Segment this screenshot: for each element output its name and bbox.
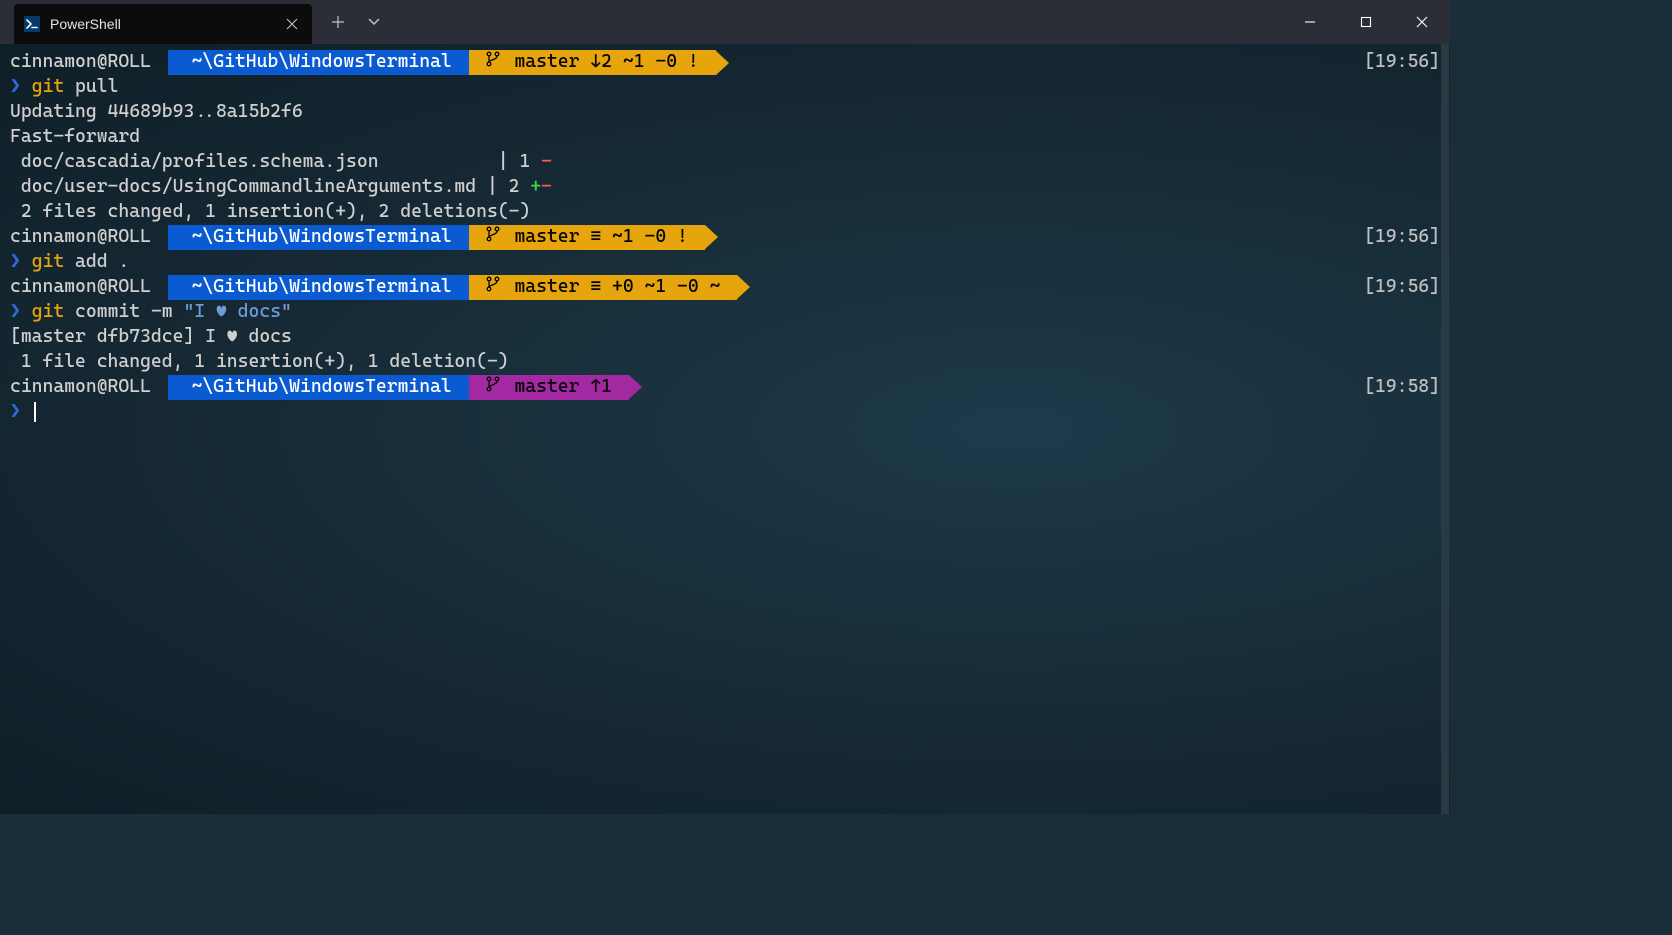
path-segment: ~\GitHub\WindowsTerminal [168, 225, 469, 250]
window-controls [1282, 0, 1450, 44]
scrollbar[interactable] [1441, 44, 1449, 814]
timestamp: [19:56] [1364, 225, 1440, 250]
prompt-glyph: ❯ [10, 75, 32, 100]
git-branch-icon [486, 375, 500, 400]
diff-minus: - [541, 150, 552, 175]
command-line: ❯ git commit -m "I ♥ docs" [10, 300, 1440, 325]
close-window-button[interactable] [1394, 0, 1450, 44]
diff-minus: - [541, 175, 552, 200]
diff-file: doc/cascadia/profiles.schema.json | 1 [10, 150, 541, 175]
diff-line: doc/cascadia/profiles.schema.json | 1 - [10, 150, 1440, 175]
git-segment: master ≡ ~1 -0 ! [469, 225, 705, 250]
prompt-glyph: ❯ [10, 250, 32, 275]
git-segment: master ↓2 ~1 -0 ! [469, 50, 716, 75]
prompt-line: cinnamon@ROLL ~\GitHub\WindowsTerminal m… [10, 225, 1440, 250]
path-segment: ~\GitHub\WindowsTerminal [168, 275, 469, 300]
user-host-segment: cinnamon@ROLL [10, 225, 168, 250]
user-host-segment: cinnamon@ROLL [10, 275, 168, 300]
diff-file: doc/user-docs/UsingCommandlineArguments.… [10, 175, 530, 200]
new-tab-button[interactable] [320, 3, 356, 41]
maximize-button[interactable] [1338, 0, 1394, 44]
command-args: add . [64, 250, 129, 275]
path-segment: ~\GitHub\WindowsTerminal [168, 50, 469, 75]
prompt-glyph: ❯ [10, 300, 32, 325]
path-segment: ~\GitHub\WindowsTerminal [168, 375, 469, 400]
tab-powershell[interactable]: PowerShell [14, 4, 312, 44]
powershell-icon [24, 16, 40, 32]
text-cursor [34, 402, 36, 422]
git-branch-icon [486, 50, 500, 75]
tab-actions [320, 3, 392, 41]
user-host-segment: cinnamon@ROLL [10, 50, 168, 75]
command-name: git [32, 75, 65, 100]
command-name: git [32, 300, 65, 325]
output-line: 2 files changed, 1 insertion(+), 2 delet… [10, 200, 1440, 225]
cursor-line: ❯ [10, 400, 1440, 425]
diff-plus: + [530, 175, 541, 200]
minimize-button[interactable] [1282, 0, 1338, 44]
timestamp: [19:56] [1364, 275, 1440, 300]
command-string: "I ♥ docs" [183, 300, 291, 325]
diff-line: doc/user-docs/UsingCommandlineArguments.… [10, 175, 1440, 200]
prompt-line: cinnamon@ROLL ~\GitHub\WindowsTerminal m… [10, 275, 1440, 300]
timestamp: [19:56] [1364, 50, 1440, 75]
output-line: [master dfb73dce] I ♥ docs [10, 325, 1440, 350]
output-line: 1 file changed, 1 insertion(+), 1 deleti… [10, 350, 1440, 375]
prompt-glyph: ❯ [10, 400, 32, 425]
tab-title: PowerShell [50, 16, 272, 32]
git-segment: master ↑1 [469, 375, 629, 400]
titlebar: PowerShell [0, 0, 1450, 44]
tab-dropdown-button[interactable] [356, 3, 392, 41]
prompt-line: cinnamon@ROLL ~\GitHub\WindowsTerminal m… [10, 50, 1440, 75]
git-segment: master ≡ +0 ~1 -0 ~ [469, 275, 738, 300]
command-line: ❯ git add . [10, 250, 1440, 275]
user-host-segment: cinnamon@ROLL [10, 375, 168, 400]
terminal[interactable]: cinnamon@ROLL ~\GitHub\WindowsTerminal m… [0, 44, 1450, 814]
timestamp: [19:58] [1364, 375, 1440, 400]
git-branch-icon [486, 275, 500, 300]
output-line: Updating 44689b93..8a15b2f6 [10, 100, 1440, 125]
prompt-line: cinnamon@ROLL ~\GitHub\WindowsTerminal m… [10, 375, 1440, 400]
command-name: git [32, 250, 65, 275]
output-line: Fast-forward [10, 125, 1440, 150]
command-args: commit -m [64, 300, 183, 325]
command-line: ❯ git pull [10, 75, 1440, 100]
git-branch-icon [486, 225, 500, 250]
close-tab-button[interactable] [282, 14, 302, 34]
command-args: pull [64, 75, 118, 100]
